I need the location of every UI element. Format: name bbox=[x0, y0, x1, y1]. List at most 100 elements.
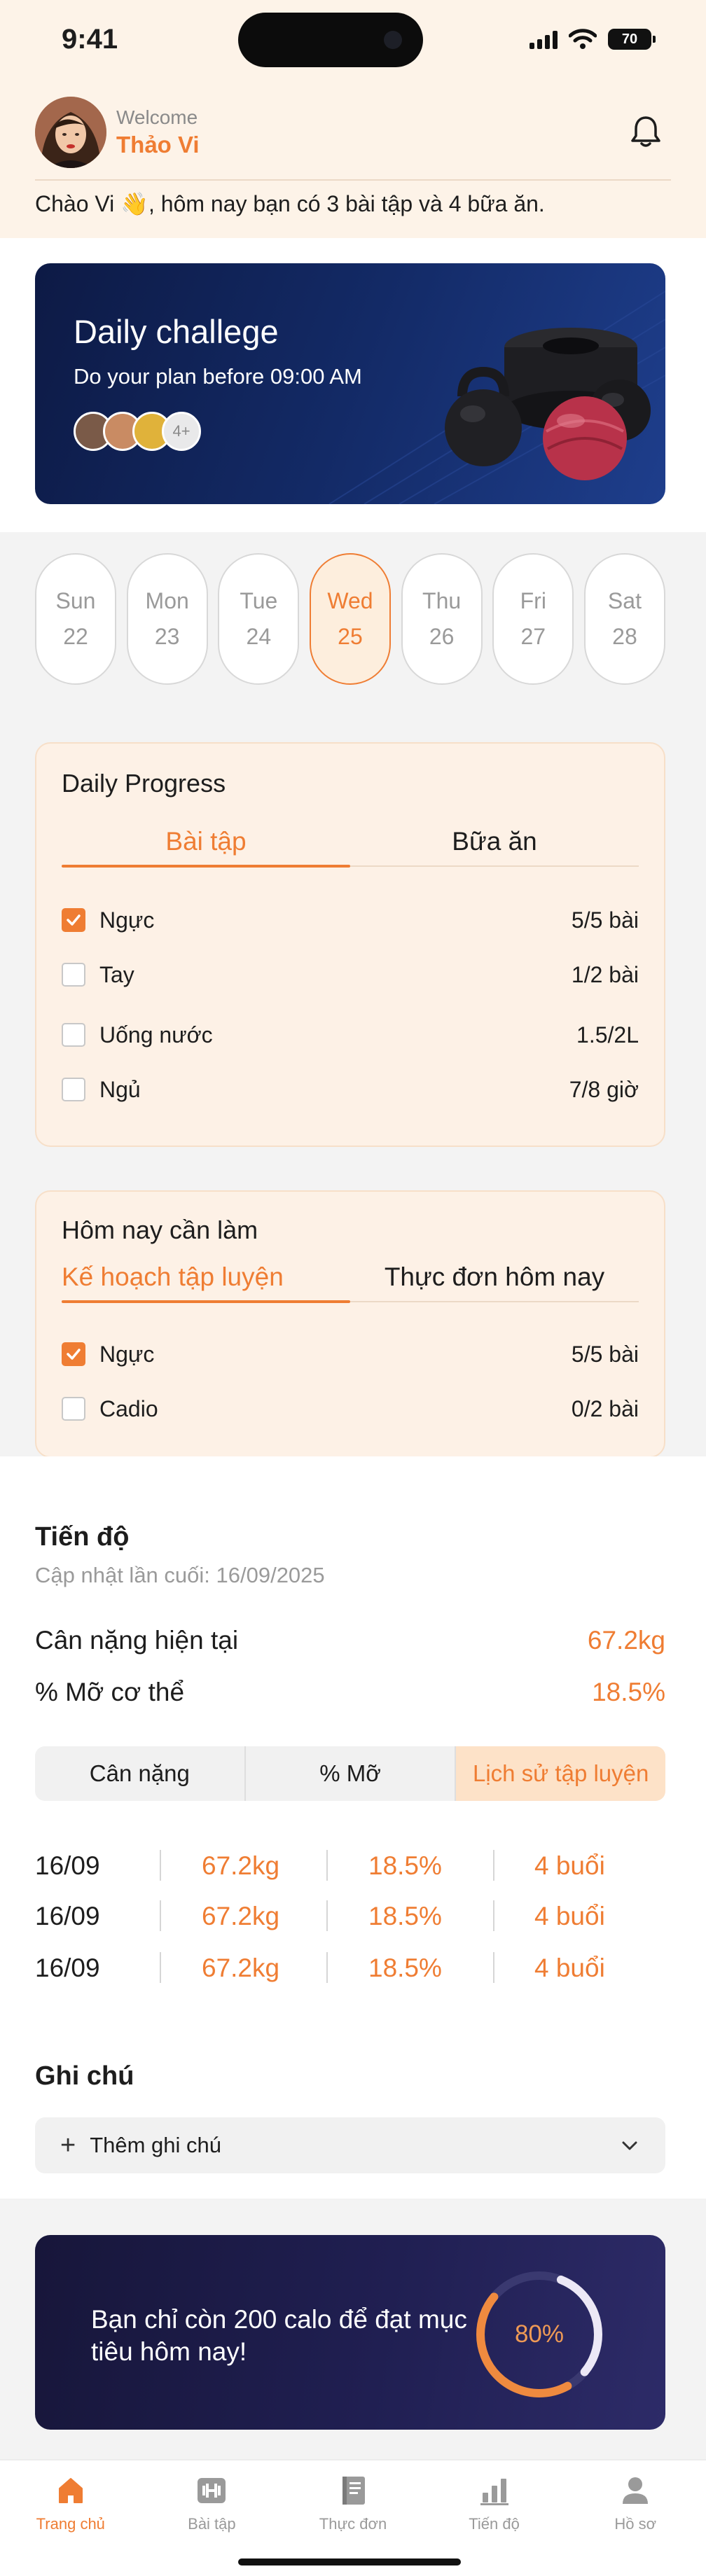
history-weight: 67.2kg bbox=[202, 1902, 280, 1930]
day-date: 22 bbox=[63, 624, 88, 649]
day-date: 26 bbox=[429, 624, 455, 649]
task-item-label: Ngực bbox=[99, 1341, 155, 1367]
history-row: 16/09 67.2kg 18.5% 4 buổi bbox=[35, 1947, 665, 1986]
checkbox[interactable] bbox=[62, 1397, 85, 1421]
home-icon bbox=[58, 2478, 83, 2503]
header: 9:41 70 Welcome Thảo Vi Chào Vi 👋, hôm n… bbox=[0, 0, 706, 238]
user-name: Thảo Vi bbox=[116, 132, 200, 158]
segment-body-fat[interactable]: % Mỡ bbox=[246, 1746, 457, 1801]
today-tasks-card: Hôm nay cần làm Kế hoạch tập luyện Thực … bbox=[35, 1190, 665, 1458]
progress-item[interactable]: Ngủ 7/8 giờ bbox=[62, 1074, 639, 1105]
metric-label: Cân nặng hiện tại bbox=[35, 1626, 239, 1655]
challenge-title: Daily challege bbox=[74, 313, 279, 350]
day-wed[interactable]: Wed 25 bbox=[309, 553, 391, 685]
day-name: Fri bbox=[520, 588, 546, 613]
wifi-icon bbox=[569, 29, 597, 49]
tab-bai-tap[interactable]: Bài tập bbox=[62, 822, 350, 868]
checkbox[interactable] bbox=[62, 1078, 85, 1101]
day-thu[interactable]: Thu 26 bbox=[401, 553, 483, 685]
nav-label: Bài tập bbox=[188, 2515, 236, 2533]
task-item[interactable]: Ngực 5/5 bài bbox=[62, 1339, 639, 1370]
metric-weight: Cân nặng hiện tại 67.2kg bbox=[35, 1626, 665, 1655]
day-date: 23 bbox=[154, 624, 180, 649]
home-screen: 9:41 70 Welcome Thảo Vi Chào Vi 👋, hôm n… bbox=[0, 0, 706, 2576]
progress-item-label: Ngủ bbox=[99, 1076, 141, 1102]
progress-item-label: Tay bbox=[99, 961, 134, 987]
day-name: Sat bbox=[607, 588, 642, 613]
day-mon[interactable]: Mon 23 bbox=[126, 553, 208, 685]
segment-workout-history[interactable]: Lịch sử tập luyện bbox=[456, 1746, 665, 1801]
nav-thuc-don[interactable]: Thực đơn bbox=[282, 2474, 424, 2533]
progress-title: Tiến độ bbox=[35, 1522, 130, 1552]
nav-ho-so[interactable]: Hồ sơ bbox=[565, 2474, 706, 2533]
profile-icon bbox=[623, 2477, 649, 2504]
history-row: 16/09 67.2kg 18.5% 4 buổi bbox=[35, 1844, 665, 1884]
cellular-signal-icon bbox=[530, 29, 558, 49]
metric-label: % Mỡ cơ thể bbox=[35, 1678, 185, 1706]
check-icon bbox=[67, 1349, 81, 1360]
daily-challenge-card[interactable]: Daily challege Do your plan before 09:00… bbox=[35, 263, 665, 504]
history-weight: 67.2kg bbox=[202, 1954, 280, 1982]
day-name: Wed bbox=[327, 588, 373, 613]
week-day-selector: Sun 22 Mon 23 Tue 24 Wed 25 Thu 26 Fri 27 Sat 2… bbox=[35, 553, 665, 685]
segment-weight[interactable]: Cân nặng bbox=[35, 1746, 246, 1801]
history-date: 16/09 bbox=[35, 1954, 100, 1982]
progress-item[interactable]: Tay 1/2 bài bbox=[62, 959, 639, 990]
progress-item-value: 1/2 bài bbox=[571, 961, 639, 987]
header-divider bbox=[35, 179, 671, 181]
calorie-percent: 80% bbox=[514, 2320, 565, 2348]
progress-item-value: 5/5 bài bbox=[571, 907, 639, 933]
day-date: 28 bbox=[612, 624, 637, 649]
progress-item-label: Uống nước bbox=[99, 1022, 213, 1047]
dynamic-island bbox=[238, 13, 423, 67]
day-name: Mon bbox=[145, 588, 189, 613]
nav-bai-tap[interactable]: Bài tập bbox=[141, 2474, 283, 2533]
challenge-subtitle: Do your plan before 09:00 AM bbox=[74, 364, 362, 389]
tab-ke-hoach-tap-luyen[interactable]: Kế hoạch tập luyện bbox=[62, 1258, 350, 1303]
gym-equipment-image bbox=[445, 328, 651, 480]
history-weight: 67.2kg bbox=[202, 1851, 280, 1880]
history-fat: 18.5% bbox=[368, 1851, 442, 1880]
day-tue[interactable]: Tue 24 bbox=[218, 553, 300, 685]
metric-value: 67.2kg bbox=[587, 1626, 665, 1655]
add-note-dropdown[interactable]: + Thêm ghi chú bbox=[35, 2117, 665, 2173]
history-sessions: 4 buổi bbox=[534, 1851, 605, 1880]
day-name: Thu bbox=[422, 588, 462, 613]
checkbox[interactable] bbox=[62, 1023, 85, 1047]
progress-item-value: 1.5/2L bbox=[576, 1022, 639, 1047]
progress-item-value: 7/8 giờ bbox=[569, 1076, 639, 1102]
tab-bua-an[interactable]: Bữa ăn bbox=[350, 822, 639, 865]
plus-icon: + bbox=[60, 2131, 76, 2160]
more-participants-badge: 4+ bbox=[162, 412, 201, 451]
history-fat: 18.5% bbox=[368, 1902, 442, 1930]
task-item[interactable]: Cadio 0/2 bài bbox=[62, 1393, 639, 1424]
user-avatar[interactable] bbox=[35, 97, 106, 168]
nav-tien-do[interactable]: Tiến độ bbox=[424, 2474, 565, 2533]
history-date: 16/09 bbox=[35, 1902, 100, 1930]
checkbox[interactable] bbox=[62, 963, 85, 987]
progress-item[interactable]: Uống nước 1.5/2L bbox=[62, 1019, 639, 1050]
nav-trang-chu[interactable]: Trang chủ bbox=[0, 2474, 141, 2533]
dumbbell-icon bbox=[198, 2478, 226, 2503]
history-sessions: 4 buổi bbox=[534, 1902, 605, 1930]
notification-bell-icon[interactable] bbox=[626, 112, 665, 151]
book-icon bbox=[342, 2477, 365, 2505]
progress-item[interactable]: Ngực 5/5 bài bbox=[62, 905, 639, 935]
task-item-label: Cadio bbox=[99, 1395, 158, 1421]
add-note-label: Thêm ghi chú bbox=[90, 2133, 222, 2157]
calorie-goal-banner[interactable]: Bạn chỉ còn 200 calo để đạt mục tiêu hôm… bbox=[35, 2235, 665, 2430]
day-name: Sun bbox=[55, 588, 96, 613]
calorie-message: Bạn chỉ còn 200 calo để đạt mục tiêu hôm… bbox=[91, 2305, 467, 2366]
task-item-value: 5/5 bài bbox=[571, 1341, 639, 1367]
today-tasks-title: Hôm nay cần làm bbox=[62, 1216, 258, 1244]
daily-progress-title: Daily Progress bbox=[62, 769, 226, 798]
tab-thuc-don-hom-nay[interactable]: Thực đơn hôm nay bbox=[350, 1258, 639, 1301]
day-fri[interactable]: Fri 27 bbox=[492, 553, 574, 685]
daily-progress-card: Daily Progress Bài tập Bữa ăn Ngực 5/5 b… bbox=[35, 742, 665, 1147]
day-sun[interactable]: Sun 22 bbox=[35, 553, 116, 685]
day-sat[interactable]: Sat 28 bbox=[583, 553, 665, 685]
day-date: 25 bbox=[338, 624, 363, 649]
checkbox-checked[interactable] bbox=[62, 908, 85, 932]
checkbox-checked[interactable] bbox=[62, 1342, 85, 1366]
day-date: 24 bbox=[246, 624, 272, 649]
